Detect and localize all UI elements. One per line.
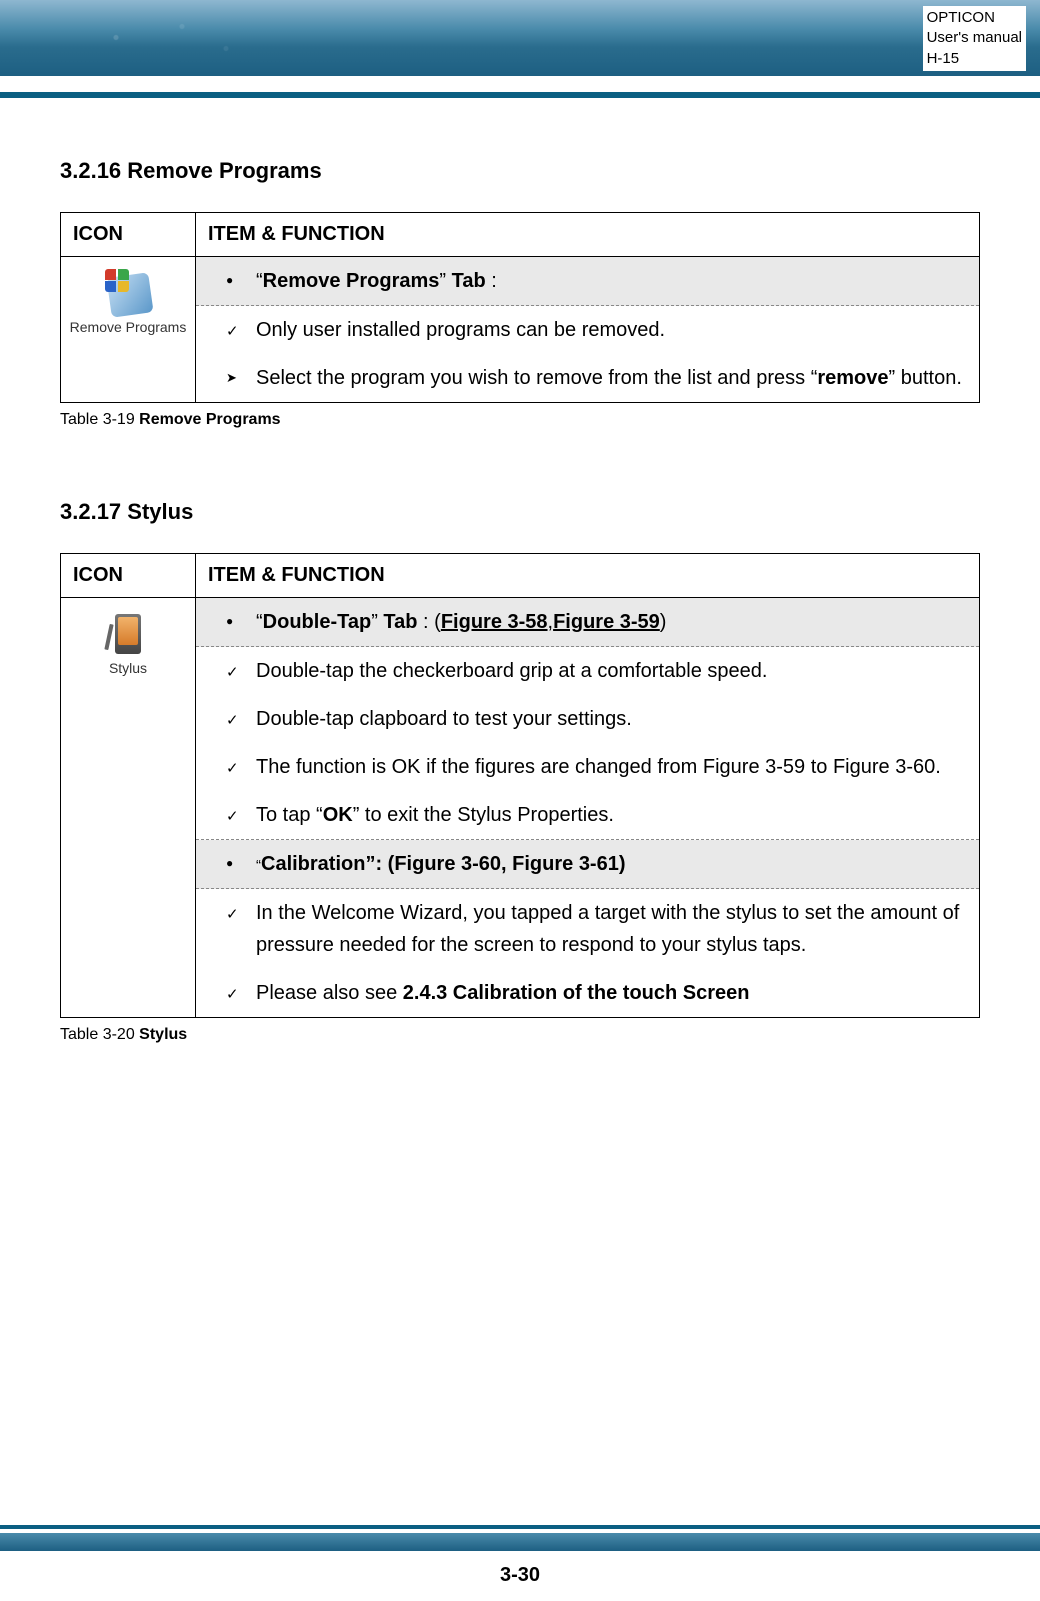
remove-tab-text: “Remove Programs” Tab : bbox=[256, 265, 963, 297]
calibration-r1-text: In the Welcome Wizard, you tapped a targ… bbox=[256, 897, 963, 961]
header-line3: H-15 bbox=[927, 49, 1022, 69]
remove-tab-row: “Remove Programs” Tab : bbox=[196, 257, 979, 306]
stylus-icon bbox=[105, 610, 151, 656]
remove-programs-icon-label: Remove Programs bbox=[70, 319, 187, 335]
calibration-tab-row: “Calibration”: (Figure 3-60, Figure 3-61… bbox=[196, 840, 979, 889]
doubletap-tab-row: “Double-Tap” Tab : (Figure 3-58,Figure 3… bbox=[196, 598, 979, 647]
calibration-tab-text: “Calibration”: (Figure 3-60, Figure 3-61… bbox=[256, 848, 963, 880]
check-icon bbox=[226, 703, 256, 735]
stylus-r1-text: Double-tap the checkerboard grip at a co… bbox=[256, 655, 963, 687]
table-319-caption: Table 3-19 Remove Programs bbox=[60, 411, 980, 429]
remove-row1-text: Only user installed programs can be remo… bbox=[256, 314, 963, 346]
col-header-icon: ICON bbox=[61, 213, 196, 257]
stylus-r2-text: Double-tap clapboard to test your settin… bbox=[256, 703, 963, 735]
calibration-r2-text: Please also see 2.4.3 Calibration of the… bbox=[256, 977, 963, 1009]
remove-programs-icon bbox=[105, 269, 151, 315]
stylus-icon-label: Stylus bbox=[109, 660, 147, 676]
header-line2: User's manual bbox=[927, 28, 1022, 48]
bullet-dot-icon bbox=[226, 606, 256, 638]
bullet-dot-icon bbox=[226, 265, 256, 297]
check-icon bbox=[226, 655, 256, 687]
triangle-icon bbox=[226, 362, 256, 394]
stylus-r4-text: To tap “OK” to exit the Stylus Propertie… bbox=[256, 799, 963, 831]
section-3217-title: 3.2.17 Stylus bbox=[60, 499, 980, 525]
stylus-r1: Double-tap the checkerboard grip at a co… bbox=[196, 647, 979, 695]
doubletap-tab-text: “Double-Tap” Tab : (Figure 3-58,Figure 3… bbox=[256, 606, 963, 638]
calibration-r1: In the Welcome Wizard, you tapped a targ… bbox=[196, 889, 979, 969]
footer-bars bbox=[0, 1525, 1040, 1551]
page-number: 3-30 bbox=[0, 1564, 1040, 1587]
check-icon bbox=[226, 751, 256, 783]
stylus-icon-wrapper: Stylus bbox=[61, 598, 195, 688]
remove-row-1: Only user installed programs can be remo… bbox=[196, 306, 979, 354]
calibration-r2: Please also see 2.4.3 Calibration of the… bbox=[196, 969, 979, 1017]
col-header-icon-2: ICON bbox=[61, 554, 196, 598]
remove-programs-icon-wrapper: Remove Programs bbox=[61, 257, 195, 347]
check-icon bbox=[226, 897, 256, 929]
stylus-r3-text: The function is OK if the figures are ch… bbox=[256, 751, 963, 783]
stylus-table: ICON ITEM & FUNCTION Stylus bbox=[60, 553, 980, 1018]
header-banner bbox=[0, 0, 1040, 76]
check-icon bbox=[226, 977, 256, 1009]
col-header-function-2: ITEM & FUNCTION bbox=[196, 554, 980, 598]
remove-programs-table: ICON ITEM & FUNCTION Remove Programs bbox=[60, 212, 980, 403]
header-line1: OPTICON bbox=[927, 8, 1022, 28]
stylus-r3: The function is OK if the figures are ch… bbox=[196, 743, 979, 791]
decorative-swirl bbox=[50, 10, 270, 65]
table-320-caption: Table 3-20 Stylus bbox=[60, 1026, 980, 1044]
col-header-function: ITEM & FUNCTION bbox=[196, 213, 980, 257]
check-icon bbox=[226, 799, 256, 831]
stylus-r2: Double-tap clapboard to test your settin… bbox=[196, 695, 979, 743]
remove-row-2: Select the program you wish to remove fr… bbox=[196, 354, 979, 402]
header-text-block: OPTICON User's manual H-15 bbox=[923, 6, 1026, 71]
check-icon bbox=[226, 314, 256, 346]
stylus-r4: To tap “OK” to exit the Stylus Propertie… bbox=[196, 791, 979, 840]
section-3216-title: 3.2.16 Remove Programs bbox=[60, 158, 980, 184]
bullet-dot-icon bbox=[226, 848, 256, 880]
remove-row2-text: Select the program you wish to remove fr… bbox=[256, 362, 963, 394]
